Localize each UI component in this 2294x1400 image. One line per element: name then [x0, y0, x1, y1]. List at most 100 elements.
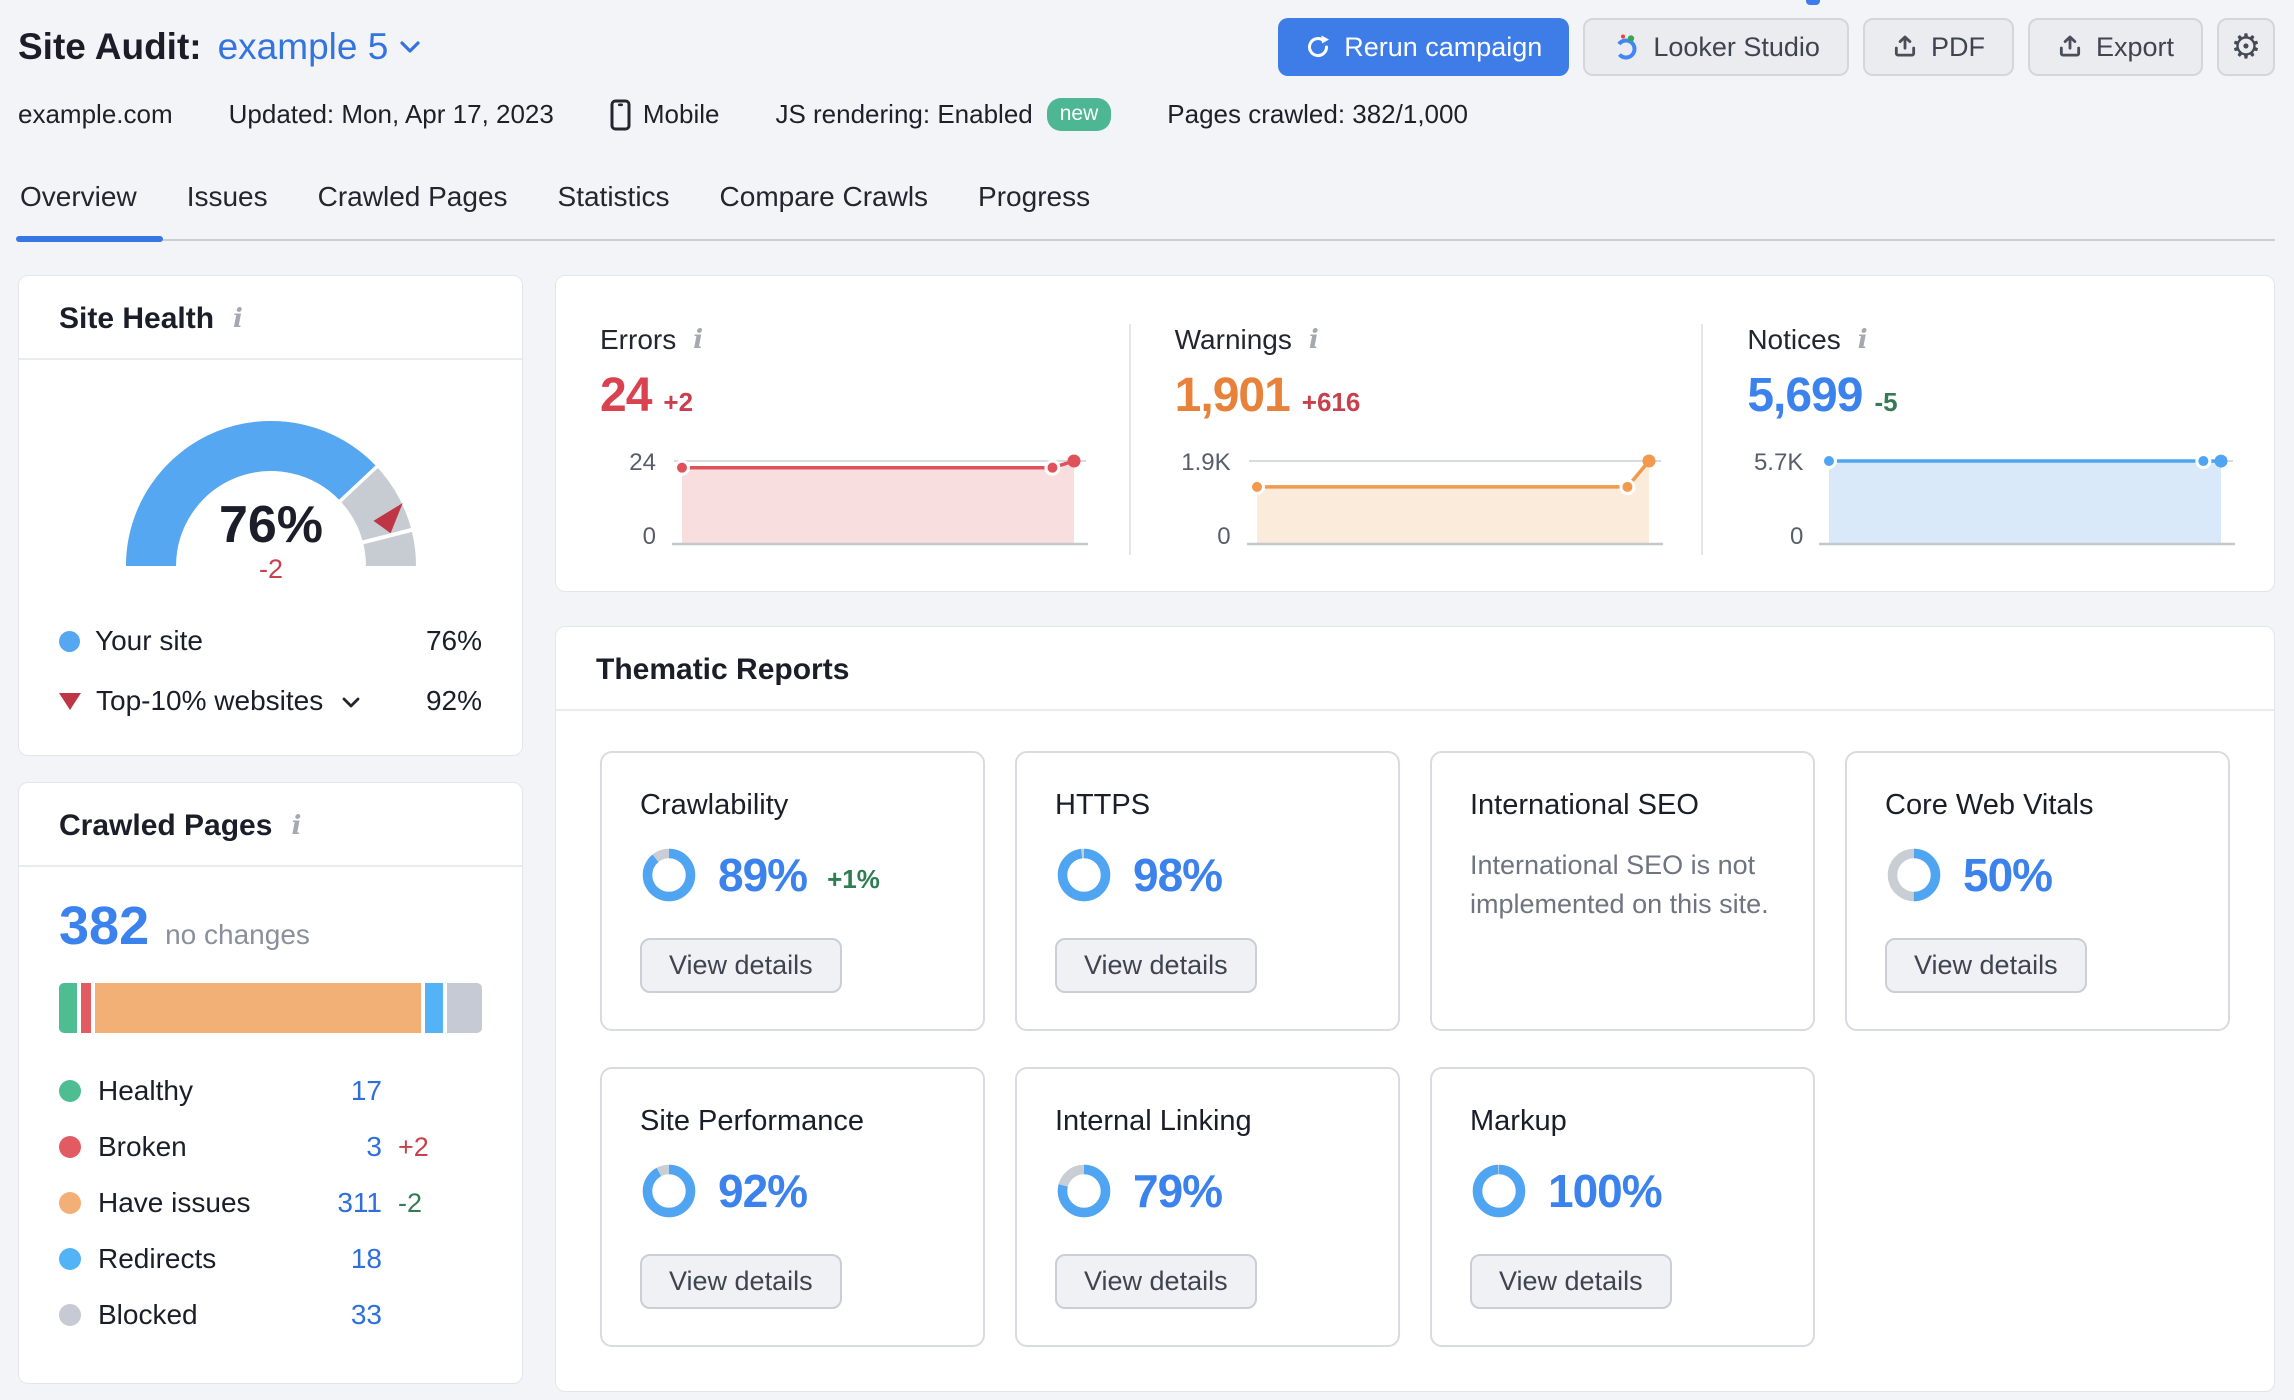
site-health-title: Site Health — [59, 302, 215, 335]
crawled-pages-card: Crawled Pages i 382 no changes Healthy 1… — [18, 782, 523, 1384]
broken-dot-icon — [59, 1136, 81, 1158]
issue-counters-card: Errors i 24 +2 24 0 Warnings i 1,901 +616 — [555, 275, 2275, 592]
tab-compare-crawls[interactable]: Compare Crawls — [718, 181, 931, 239]
campaign-meta: example.com Updated: Mon, Apr 17, 2023 M… — [18, 98, 2275, 131]
warnings-sparkline — [1245, 449, 1666, 555]
site-performance-donut — [640, 1162, 698, 1220]
view-details-button[interactable]: View details — [1055, 1254, 1257, 1309]
view-details-button[interactable]: View details — [640, 938, 842, 993]
core-web-vitals-donut — [1885, 846, 1943, 904]
bar-segment-broken — [80, 983, 91, 1033]
tab-crawled-pages[interactable]: Crawled Pages — [316, 181, 510, 239]
info-icon[interactable]: i — [1854, 327, 1872, 353]
crawlability-donut — [640, 846, 698, 904]
crawlability-percent: 89% — [718, 849, 808, 901]
view-details-button[interactable]: View details — [1885, 938, 2087, 993]
thematic-reports-card: Thematic Reports Crawlability 89% +1% Vi… — [555, 626, 2275, 1392]
js-rendering-label: JS rendering: Enabled new — [775, 98, 1112, 131]
crawlability-delta: +1% — [827, 863, 880, 894]
pdf-button[interactable]: PDF — [1862, 18, 2014, 76]
have-issues-count[interactable]: 311 — [282, 1187, 382, 1219]
internal-linking-percent: 79% — [1133, 1165, 1223, 1217]
legend-row-have-issues: Have issues 311 -2 — [59, 1175, 482, 1231]
tab-progress[interactable]: Progress — [976, 181, 1092, 239]
project-name: example 5 — [217, 26, 389, 67]
thematic-card-site-performance: Site Performance 92% View details — [600, 1067, 985, 1347]
warnings-delta: +616 — [1301, 387, 1361, 417]
thematic-card-internal-linking: Internal Linking 79% View details — [1015, 1067, 1400, 1347]
info-icon[interactable]: i — [229, 306, 247, 332]
blue-dot-icon — [59, 630, 80, 652]
bar-segment-redirects — [424, 983, 444, 1033]
header-actions: Rerun campaign Looker Studio PDF Export … — [1278, 18, 2275, 76]
notices-sparkline — [1817, 449, 2238, 555]
errors-counter: Errors i 24 +2 24 0 — [556, 324, 1129, 555]
thematic-card-markup: Markup 100% View details — [1430, 1067, 1815, 1347]
thematic-reports-title: Thematic Reports — [596, 653, 850, 686]
domain-label: example.com — [18, 99, 173, 129]
tab-statistics[interactable]: Statistics — [556, 181, 672, 239]
updated-label: Updated: Mon, Apr 17, 2023 — [228, 99, 554, 129]
errors-value[interactable]: 24 — [600, 368, 652, 423]
errors-sparkline — [670, 449, 1093, 555]
your-site-value: 76% — [425, 625, 482, 656]
view-details-button[interactable]: View details — [640, 1254, 842, 1309]
export-button[interactable]: Export — [2027, 18, 2203, 76]
svg-text:-2: -2 — [258, 554, 282, 584]
markup-donut — [1470, 1162, 1528, 1220]
crawled-pages-total[interactable]: 382 — [59, 895, 149, 957]
healthy-count[interactable]: 17 — [282, 1075, 382, 1107]
tab-issues[interactable]: Issues — [185, 181, 270, 239]
mobile-phone-icon — [610, 99, 631, 130]
warnings-value[interactable]: 1,901 — [1175, 368, 1291, 423]
chevron-down-icon — [400, 40, 420, 53]
errors-delta: +2 — [663, 387, 694, 417]
https-percent: 98% — [1133, 849, 1223, 901]
legend-row-healthy: Healthy 17 — [59, 1063, 482, 1119]
view-details-button[interactable]: View details — [1055, 938, 1257, 993]
settings-button[interactable]: ⚙ — [2217, 18, 2275, 76]
upload-icon — [1894, 35, 1916, 57]
legend-row-your-site: Your site 76% — [59, 625, 482, 657]
tab-overview[interactable]: Overview — [16, 181, 163, 242]
bar-segment-have-issues — [94, 983, 421, 1033]
blocked-count[interactable]: 33 — [282, 1299, 382, 1331]
page-title: Site Audit: — [18, 26, 202, 67]
broken-count[interactable]: 3 — [282, 1131, 382, 1163]
redirects-count[interactable]: 18 — [282, 1243, 382, 1275]
international-seo-note: International SEO is not implemented on … — [1470, 850, 1769, 920]
upload-icon — [2059, 35, 2081, 57]
legend-row-top10: Top-10% websites 92% — [59, 685, 482, 717]
page-header: Site Audit: example 5 Rerun campaign Loo… — [18, 0, 2275, 76]
legend-row-redirects: Redirects 18 — [59, 1231, 482, 1287]
pages-crawled-label: Pages crawled: 382/1,000 — [1167, 99, 1468, 129]
crawled-pages-legend: Healthy 17 Broken 3 +2 Have issues 311 -… — [59, 1063, 482, 1343]
top10-value: 92% — [425, 685, 482, 716]
looker-studio-button[interactable]: Looker Studio — [1583, 18, 1849, 76]
redirects-dot-icon — [59, 1248, 81, 1270]
report-tabs: Overview Issues Crawled Pages Statistics… — [16, 181, 2275, 242]
blocked-dot-icon — [59, 1304, 81, 1326]
site-health-gauge: 76% -2 — [59, 390, 482, 595]
chevron-down-icon[interactable] — [342, 697, 360, 709]
broken-delta: +2 — [398, 1131, 429, 1162]
info-icon[interactable]: i — [287, 813, 305, 839]
info-icon[interactable]: i — [1305, 327, 1323, 353]
info-icon[interactable]: i — [689, 327, 707, 353]
have-issues-delta: -2 — [398, 1187, 423, 1218]
crawled-pages-stacked-bar — [59, 983, 482, 1033]
view-details-button[interactable]: View details — [1470, 1254, 1672, 1309]
site-health-card: Site Health i 76% -2 Your site 76% Top-10 — [18, 275, 523, 756]
site-performance-percent: 92% — [718, 1165, 808, 1217]
notices-value[interactable]: 5,699 — [1747, 368, 1863, 423]
svg-text:76%: 76% — [218, 496, 322, 554]
crawled-pages-title: Crawled Pages — [59, 809, 273, 842]
have-issues-dot-icon — [59, 1192, 81, 1214]
notices-counter: Notices i 5,699 -5 5.7K 0 — [1701, 324, 2274, 555]
rerun-campaign-button[interactable]: Rerun campaign — [1278, 18, 1570, 76]
bar-segment-blocked — [447, 983, 482, 1033]
https-donut — [1055, 846, 1113, 904]
legend-row-broken: Broken 3 +2 — [59, 1119, 482, 1175]
notices-delta: -5 — [1874, 387, 1898, 417]
project-selector[interactable]: example 5 — [218, 26, 421, 68]
